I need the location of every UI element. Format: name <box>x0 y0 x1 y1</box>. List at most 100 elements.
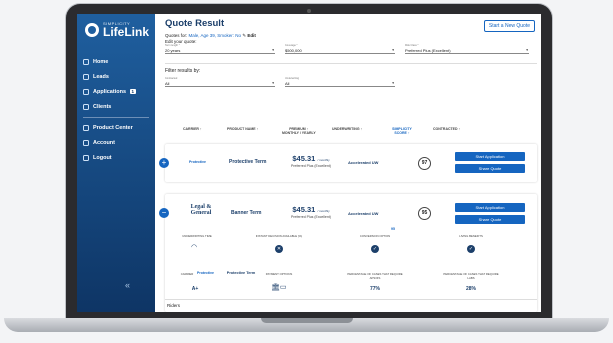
edit-link[interactable]: Edit <box>247 33 256 38</box>
detail-label: PERCENTAGE OF CASES THAT REQUIRE LABS <box>443 272 499 280</box>
applications-icon <box>83 88 89 95</box>
detail-label: INSTANT DECISION AVAILABLE (%) <box>255 234 303 238</box>
account-icon <box>83 140 89 147</box>
sidebar-item-product-center[interactable]: Product Center <box>77 121 155 136</box>
underwriting-filter[interactable]: Underwriting All ▾ <box>285 77 395 87</box>
home-icon <box>83 58 89 65</box>
column-contracted[interactable]: CONTRACTED ↑ <box>433 127 460 131</box>
column-simplicity-score[interactable]: SIMPLICITY SCORE ↑ <box>387 127 417 135</box>
column-carrier[interactable]: CARRIER ↑ <box>183 127 202 131</box>
field-label: Term length * <box>165 44 180 47</box>
share-quote-button[interactable]: Share Quote <box>455 164 525 173</box>
start-application-button[interactable]: Start Application <box>455 152 525 161</box>
app-logo[interactable]: SIMPLICITY LifeLink <box>85 22 149 38</box>
detail-label: PERCENTAGE OF CASES THAT REQUIRE APS/IFS <box>347 272 403 280</box>
field-value: Preferred Plus (Excellent) <box>405 48 451 53</box>
column-underwriting[interactable]: UNDERWRITING ↑ <box>332 127 362 131</box>
riders-label: Riders <box>167 303 181 308</box>
column-label: CARRIER <box>183 127 199 131</box>
sidebar-divider <box>83 117 149 118</box>
sidebar-item-clients[interactable]: Clients <box>77 99 155 114</box>
premium-subheader: MONTHLY / YEARLY <box>282 131 316 135</box>
column-label: UNDERWRITING <box>332 127 360 131</box>
field-value: $500,000 <box>285 48 302 53</box>
section-divider <box>165 299 537 300</box>
column-product-name[interactable]: PRODUCT NAME ↑ <box>227 127 258 131</box>
score-marker: 95 <box>391 227 395 231</box>
payment-options-icon: 🏛▭ <box>271 284 287 291</box>
edit-icon[interactable]: ✎ <box>242 33 246 38</box>
contracted-filter[interactable]: Contracted All ▾ <box>165 77 275 87</box>
price-period: / monthly <box>317 209 330 213</box>
field-label: Contracted <box>165 77 178 80</box>
x-circle-icon: ✕ <box>275 245 283 253</box>
product-name: Banner Term <box>231 210 262 216</box>
simplicity-score: 95 <box>418 207 431 220</box>
term-length-select[interactable]: Term length * 20 years ▾ <box>165 44 275 54</box>
coverage-select[interactable]: Coverage * $500,000 ▾ <box>285 44 395 54</box>
chevron-down-icon: ▾ <box>392 48 394 52</box>
sidebar-item-account[interactable]: Account <box>77 136 155 151</box>
check-circle-icon: ✓ <box>371 245 379 253</box>
sidebar-item-label: Logout <box>93 155 112 162</box>
collapse-sidebar-icon[interactable]: « <box>125 280 130 290</box>
carrier-logo: Protective <box>189 160 206 164</box>
column-premium[interactable]: PREMIUM ↑ MONTHLY / YEARLY <box>282 127 316 135</box>
sidebar-item-label: Account <box>93 140 115 147</box>
column-label: PRODUCT NAME <box>227 127 256 131</box>
detail-label: LIVING BENEFITS <box>459 234 483 238</box>
logo-title: LifeLink <box>103 25 150 39</box>
sidebar-item-label: Clients <box>93 103 112 110</box>
sidebar-item-label: Leads <box>93 73 109 80</box>
camera <box>307 9 311 13</box>
laptop-notch <box>260 318 353 323</box>
column-label: SIMPLICITY SCORE <box>392 127 412 135</box>
collapse-icon[interactable]: − <box>159 208 169 218</box>
result-card: + Protective Protective Term $45.31 / mo… <box>159 144 537 182</box>
expand-icon[interactable]: + <box>159 158 169 168</box>
risk-class-text: Preferred Plus (Excellent) <box>291 215 331 219</box>
field-label: Coverage * <box>285 44 298 47</box>
app-screen: SIMPLICITY LifeLink Home Leads Applicati… <box>77 14 541 312</box>
sidebar-item-home[interactable]: Home <box>77 54 155 69</box>
main-content: Quote Result Start a New Quote Quotes fo… <box>159 14 541 312</box>
aps-percentage: 77% <box>369 286 380 292</box>
underwriting-type: Accelerated UW <box>348 160 379 165</box>
sidebar-item-label: Applications <box>93 88 127 95</box>
detail-label: CONVERSION OPTION <box>359 234 391 238</box>
leads-icon <box>83 73 89 80</box>
field-value: All <box>285 81 290 86</box>
risk-class-select[interactable]: Risk Class * Preferred Plus (Excellent) … <box>405 44 529 54</box>
quotes-for-label: Quotes for: <box>165 33 188 38</box>
field-value: All <box>165 81 170 86</box>
page-title: Quote Result <box>165 18 225 29</box>
gauge-icon: ◠ <box>191 244 198 251</box>
start-application-button[interactable]: Start Application <box>455 203 525 212</box>
start-new-quote-button[interactable]: Start a New Quote <box>483 20 535 32</box>
sidebar-item-leads[interactable]: Leads <box>77 69 155 84</box>
sidebar-item-applications[interactable]: Applications 1 <box>77 84 155 99</box>
share-quote-button[interactable]: Share Quote <box>455 215 525 224</box>
chevron-down-icon: ▾ <box>272 81 274 85</box>
sidebar-item-logout[interactable]: Logout <box>77 151 155 166</box>
sidebar-item-label: Product Center <box>93 125 133 132</box>
sidebar: SIMPLICITY LifeLink Home Leads Applicati… <box>77 14 155 312</box>
product-name: Protective Term <box>229 159 267 165</box>
clients-icon <box>83 103 89 110</box>
carrier-logo: Legal & General <box>190 204 212 216</box>
risk-class-text: Preferred Plus (Excellent) <box>291 164 331 168</box>
premium-price: $45.31 / monthly <box>281 154 341 163</box>
column-label: CONTRACTED <box>433 127 458 131</box>
filter-title: Filter results by: <box>165 68 201 74</box>
chevron-down-icon: ▾ <box>272 48 274 52</box>
price-value: $45.31 <box>292 205 316 214</box>
chevron-down-icon: ▾ <box>392 81 394 85</box>
check-circle-icon: ✓ <box>467 245 475 253</box>
result-card-expanded: − Legal & General Banner Term $45.31 / m… <box>159 194 537 312</box>
carrier-rating: A+ <box>191 286 199 292</box>
detail-label: UNDERWRITING TIME <box>182 234 212 238</box>
simplicity-score: 97 <box>418 157 431 170</box>
logo-icon <box>85 23 99 37</box>
logo-subtitle: SIMPLICITY <box>103 21 131 26</box>
chevron-down-icon: ▾ <box>526 48 528 52</box>
